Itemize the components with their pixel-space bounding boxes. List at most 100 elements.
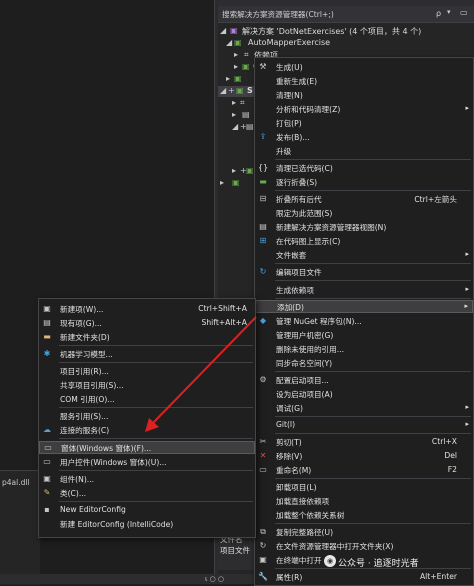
menu-item-cut[interactable]: ✂ 剪切(T) Ctrl+X [255,436,473,449]
new-view-icon: ▤ [259,222,267,231]
menu-item-git[interactable]: Git(I) ▸ [255,419,473,432]
wrench-icon: 🔧 [258,572,268,581]
menu-item-new-item[interactable]: ▣ 新建项(W)... Ctrl+Shift+A [39,303,255,316]
menu-item-scope[interactable]: 限定为此范围(S) [255,207,473,220]
expand-icon[interactable]: ◢ [232,122,238,131]
expand-icon[interactable]: ◢ [220,86,226,95]
form-icon: ▭ [44,443,52,452]
component-icon: ▣ [43,474,51,483]
menu-item-project-reference[interactable]: 项目引用(R)... [39,365,255,378]
collapse-icon[interactable]: ▸ [220,178,224,187]
collapse-icon[interactable]: ▸ [226,74,230,83]
menu-item-windows-form[interactable]: ▭ 窗体(Windows 窗体)(F)... [39,441,255,454]
tree-label: AutoMapperExercise [248,38,331,47]
folder-icon: ▤ [242,110,250,119]
search-icon[interactable]: ρ [436,9,441,18]
menu-item-edit-project[interactable]: ↻ 编辑项目文件 [255,266,473,279]
menu-separator [275,298,471,299]
collapse-icon[interactable]: ▸ [232,98,236,107]
expand-icon[interactable]: ◢ [220,26,226,35]
menu-item-new-editorconfig-intellicode[interactable]: 新建 EditorConfig (IntelliCode) [39,518,255,531]
code-map-icon: ⊞ [259,236,267,245]
menu-item-rename[interactable]: ▭ 重命名(M) F2 [255,464,473,477]
nuget-icon: ◆ [259,316,267,325]
tree-row-selected[interactable]: ◢ + ▣ S [218,86,254,97]
menu-item-remove-unused[interactable]: 删除未使用的引用... [255,343,473,356]
chevron-right-icon: ▸ [465,420,469,428]
menu-item-service-reference[interactable]: 服务引用(S)... [39,410,255,423]
ml-model-icon: ✱ [43,349,51,358]
collapse-icon[interactable]: ▸ [234,50,238,59]
menu-item-connected-service[interactable]: ☁ 连接的服务(C) [39,424,255,437]
collapse-icon: ▬ [259,177,267,186]
menu-item-remove[interactable]: ✕ 移除(V) Del [255,450,473,463]
menu-item-rebuild[interactable]: 重新生成(E) [255,75,473,88]
collapse-icon[interactable]: ▸ [234,62,238,71]
menu-item-unload[interactable]: 卸载项目(L) [255,481,473,494]
existing-item-icon: ▤ [43,318,51,327]
cs-file-icon: ▣ [246,166,254,175]
menu-item-analyze[interactable]: 分析和代码清理(Z) ▸ [255,103,473,116]
menu-item-existing-item[interactable]: ▤ 现有项(G)... Shift+Alt+A [39,317,255,330]
menu-item-nuget[interactable]: ◆ 管理 NuGet 程序包(N)... [255,315,473,328]
menu-item-clean[interactable]: 清理(N) [255,89,473,102]
menu-item-copy-path[interactable]: ⧉ 复制完整路径(U) [255,526,473,539]
menu-item-user-secrets[interactable]: 管理用户机密(G) [255,329,473,342]
menu-separator [275,280,471,281]
menu-item-collapse-all[interactable]: ⊟ 折叠所有后代 Ctrl+左箭头 [255,193,473,206]
menu-item-load-tree[interactable]: 加载整个依赖关系树 [255,509,473,522]
menu-item-set-startup[interactable]: 设为启动项目(A) [255,388,473,401]
menu-item-load-direct-deps[interactable]: 加载直接依赖项 [255,495,473,508]
menu-separator [59,501,253,502]
menu-item-configure-startup[interactable]: ⚙ 配置启动项目... [255,374,473,387]
collapse-icon[interactable]: ▸ [232,110,236,119]
menu-item-class[interactable]: ✎ 类(C)... [39,487,255,500]
status-indicator: ι ○ ○ [205,575,225,583]
chevron-down-icon[interactable]: ▾ [447,8,451,16]
solution-icon: ▣ [230,26,238,35]
menu-item-code-cleanup[interactable]: {} 清理已选代码(C) [255,162,473,175]
expand-icon[interactable]: ◢ [226,38,232,47]
menu-item-pack[interactable]: 打包(P) [255,117,473,130]
menu-item-component[interactable]: ▣ 组件(N)... [39,473,255,486]
menu-item-file-nesting[interactable]: 文件嵌套 ▸ [255,249,473,262]
menu-item-new-editorconfig[interactable]: ▪ New EditorConfig [39,504,255,517]
tree-label: 解决方案 'DotNetExercises' (4 个项目，共 4 个) [242,27,422,36]
file-icon: ▪ [44,505,50,514]
menu-item-ml-model[interactable]: ✱ 机器学习模型... [39,348,255,361]
folder-open-icon: ↻ [259,541,267,550]
chevron-right-icon: ▸ [465,104,469,112]
menu-item-collapse-line[interactable]: ▬ 逐行折叠(S) [255,176,473,189]
menu-item-build-deps[interactable]: 生成依赖项 ▸ [255,284,473,297]
rename-icon: ▭ [259,465,267,474]
menu-separator [275,523,471,524]
build-icon: ⚒ [259,62,267,71]
menu-item-add[interactable]: 添加(D) ▸ [255,300,473,313]
menu-item-new-view[interactable]: ▤ 新建解决方案资源管理器视图(N) [255,221,473,234]
add-icon: + [228,86,235,95]
tree-label: S [247,86,253,95]
menu-separator [59,470,253,471]
menu-item-debug[interactable]: 调试(G) ▸ [255,402,473,415]
menu-item-upgrade[interactable]: 升级 [255,145,473,158]
menu-item-code-map[interactable]: ⊞ 在代码图上显示(C) [255,235,473,248]
panel-toggle-icon[interactable]: ▭ [460,8,468,17]
menu-item-publish[interactable]: ⇪ 发布(B)... [255,131,473,144]
chevron-right-icon: ▸ [465,285,469,293]
menu-item-com-reference[interactable]: COM 引用(O)... [39,393,255,406]
csharp-project-icon: ▣ [234,74,242,83]
property-project-file: 项目文件 [220,546,250,555]
wechat-icon: ◉ [324,555,336,567]
menu-item-new-folder[interactable]: ▬ 新建文件夹(D) [39,331,255,344]
chevron-right-icon: ▸ [465,403,469,411]
scissors-icon: ✂ [259,437,267,446]
collapse-icon[interactable]: ▸ [232,166,236,175]
menu-separator [275,159,471,160]
menu-item-build[interactable]: ⚒ 生成(U) [255,61,473,74]
menu-item-shared-project-reference[interactable]: 共享项目引用(S)... [39,379,255,392]
menu-item-properties[interactable]: 🔧 属性(R) Alt+Enter [255,571,473,584]
menu-item-user-control[interactable]: ▭ 用户控件(Windows 窗体)(U)... [39,456,255,469]
search-input[interactable]: 搜索解决方案资源管理器(Ctrl+;) [222,9,334,20]
menu-item-sync-namespace[interactable]: 同步命名空间(Y) [255,357,473,370]
menu-item-open-folder[interactable]: ↻ 在文件资源管理器中打开文件夹(X) [255,540,473,553]
